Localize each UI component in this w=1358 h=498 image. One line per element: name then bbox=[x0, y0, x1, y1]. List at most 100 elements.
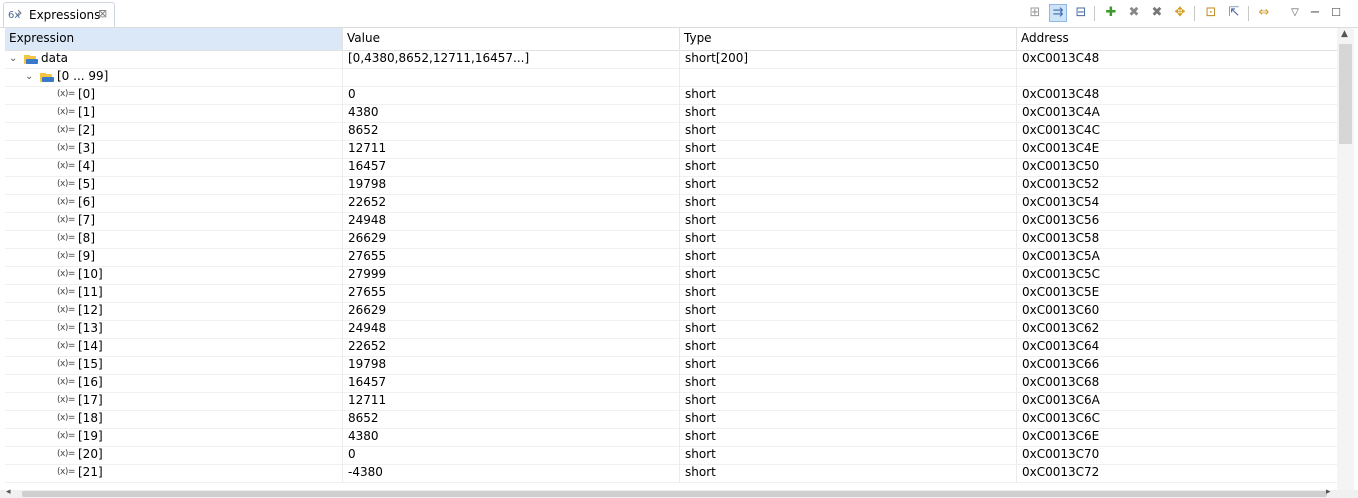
value-cell[interactable]: 16457 bbox=[343, 158, 680, 176]
table-row[interactable]: (x)= [0] 0 short 0xC0013C48 bbox=[5, 86, 1337, 105]
address-cell[interactable]: 0xC0013C56 bbox=[1017, 212, 1337, 230]
table-row[interactable]: (x)= [19] 4380 short 0xC0013C6E bbox=[5, 428, 1337, 447]
export-icon[interactable]: ⇱ bbox=[1225, 4, 1243, 22]
expand-chevron-icon[interactable]: ⌄ bbox=[25, 68, 33, 85]
table-row[interactable]: (x)= [7] 24948 short 0xC0013C56 bbox=[5, 212, 1337, 231]
type-cell[interactable]: short bbox=[680, 248, 1017, 266]
value-cell[interactable]: 27999 bbox=[343, 266, 680, 284]
expression-cell[interactable]: (x)= [4] bbox=[5, 158, 343, 176]
show-logical-structure-icon[interactable]: ⇉ bbox=[1049, 4, 1067, 22]
expression-cell[interactable]: (x)= [11] bbox=[5, 284, 343, 302]
table-row[interactable]: (x)= [2] 8652 short 0xC0013C4C bbox=[5, 122, 1337, 141]
type-cell[interactable]: short bbox=[680, 122, 1017, 140]
type-cell[interactable]: short bbox=[680, 266, 1017, 284]
type-cell[interactable]: short bbox=[680, 320, 1017, 338]
expression-cell[interactable]: (x)= [13] bbox=[5, 320, 343, 338]
value-cell[interactable]: 27655 bbox=[343, 284, 680, 302]
value-cell[interactable]: 8652 bbox=[343, 122, 680, 140]
show-type-names-icon[interactable]: ⊞ bbox=[1026, 4, 1044, 22]
value-cell[interactable]: 19798 bbox=[343, 176, 680, 194]
scroll-left-icon[interactable]: ◂ bbox=[6, 487, 11, 497]
remove-expression-icon[interactable]: ✖ bbox=[1125, 4, 1143, 22]
expression-cell[interactable]: (x)= [15] bbox=[5, 356, 343, 374]
expression-cell[interactable]: (x)= [10] bbox=[5, 266, 343, 284]
expression-cell[interactable]: ⌄ [0 ... 99] bbox=[5, 68, 343, 86]
value-cell[interactable]: 4380 bbox=[343, 104, 680, 122]
expression-cell[interactable]: (x)= [8] bbox=[5, 230, 343, 248]
address-cell[interactable]: 0xC0013C64 bbox=[1017, 338, 1337, 356]
table-row[interactable]: (x)= [9] 27655 short 0xC0013C5A bbox=[5, 248, 1337, 267]
value-cell[interactable]: 12711 bbox=[343, 140, 680, 158]
address-cell[interactable] bbox=[1017, 68, 1337, 86]
address-cell[interactable]: 0xC0013C5C bbox=[1017, 266, 1337, 284]
table-row[interactable]: ⌄ [0 ... 99] bbox=[5, 68, 1337, 87]
type-cell[interactable]: short bbox=[680, 428, 1017, 446]
expression-cell[interactable]: (x)= [3] bbox=[5, 140, 343, 158]
table-row[interactable]: (x)= [11] 27655 short 0xC0013C5E bbox=[5, 284, 1337, 303]
table-row[interactable]: (x)= [3] 12711 short 0xC0013C4E bbox=[5, 140, 1337, 159]
type-cell[interactable]: short[200] bbox=[680, 50, 1017, 68]
value-cell[interactable]: 24948 bbox=[343, 212, 680, 230]
new-watch-icon[interactable]: ⊡ bbox=[1202, 4, 1220, 22]
expression-cell[interactable]: (x)= [14] bbox=[5, 338, 343, 356]
type-cell[interactable]: short bbox=[680, 194, 1017, 212]
type-cell[interactable]: short bbox=[680, 158, 1017, 176]
address-cell[interactable]: 0xC0013C6E bbox=[1017, 428, 1337, 446]
type-cell[interactable]: short bbox=[680, 104, 1017, 122]
type-cell[interactable]: short bbox=[680, 176, 1017, 194]
remove-all-expressions-icon[interactable]: ✖ bbox=[1148, 4, 1166, 22]
address-cell[interactable]: 0xC0013C72 bbox=[1017, 464, 1337, 482]
minimize-icon[interactable]: − bbox=[1306, 4, 1324, 22]
column-header-value[interactable]: Value bbox=[343, 28, 680, 50]
expressions-tab[interactable]: 6x Expressions ⊠ bbox=[3, 2, 115, 27]
column-header-address[interactable]: Address bbox=[1017, 28, 1337, 50]
vertical-scrollbar[interactable]: ▲ bbox=[1337, 28, 1354, 490]
type-cell[interactable]: short bbox=[680, 302, 1017, 320]
table-row[interactable]: ⌄ data [0,4380,8652,12711,16457...] short[2… bbox=[5, 50, 1337, 69]
expression-cell[interactable]: (x)= [5] bbox=[5, 176, 343, 194]
value-cell[interactable]: 22652 bbox=[343, 194, 680, 212]
address-cell[interactable]: 0xC0013C5E bbox=[1017, 284, 1337, 302]
type-cell[interactable] bbox=[680, 68, 1017, 86]
expression-cell[interactable]: (x)= [9] bbox=[5, 248, 343, 266]
table-row[interactable]: (x)= [6] 22652 short 0xC0013C54 bbox=[5, 194, 1337, 213]
value-cell[interactable]: 22652 bbox=[343, 338, 680, 356]
expression-cell[interactable]: (x)= [6] bbox=[5, 194, 343, 212]
address-cell[interactable]: 0xC0013C6C bbox=[1017, 410, 1337, 428]
type-cell[interactable]: short bbox=[680, 230, 1017, 248]
expression-cell[interactable]: (x)= [17] bbox=[5, 392, 343, 410]
value-cell[interactable]: 0 bbox=[343, 446, 680, 464]
value-cell[interactable]: 12711 bbox=[343, 392, 680, 410]
address-cell[interactable]: 0xC0013C50 bbox=[1017, 158, 1337, 176]
horizontal-scrollbar[interactable]: ◂ ▸ bbox=[0, 487, 1358, 498]
link-with-editor-icon[interactable]: ⇔ bbox=[1255, 4, 1273, 22]
address-cell[interactable]: 0xC0013C54 bbox=[1017, 194, 1337, 212]
column-header-expression[interactable]: Expression bbox=[5, 28, 343, 50]
table-row[interactable]: (x)= [8] 26629 short 0xC0013C58 bbox=[5, 230, 1337, 249]
table-row[interactable]: (x)= [18] 8652 short 0xC0013C6C bbox=[5, 410, 1337, 429]
address-cell[interactable]: 0xC0013C5A bbox=[1017, 248, 1337, 266]
column-header-type[interactable]: Type bbox=[680, 28, 1017, 50]
address-cell[interactable]: 0xC0013C66 bbox=[1017, 356, 1337, 374]
address-cell[interactable]: 0xC0013C58 bbox=[1017, 230, 1337, 248]
value-cell[interactable] bbox=[343, 68, 680, 86]
table-row[interactable]: (x)= [13] 24948 short 0xC0013C62 bbox=[5, 320, 1337, 339]
address-cell[interactable]: 0xC0013C6A bbox=[1017, 392, 1337, 410]
address-cell[interactable]: 0xC0013C68 bbox=[1017, 374, 1337, 392]
type-cell[interactable]: short bbox=[680, 446, 1017, 464]
type-cell[interactable]: short bbox=[680, 392, 1017, 410]
address-cell[interactable]: 0xC0013C48 bbox=[1017, 50, 1337, 68]
type-cell[interactable]: short bbox=[680, 212, 1017, 230]
table-row[interactable]: (x)= [14] 22652 short 0xC0013C64 bbox=[5, 338, 1337, 357]
scroll-right-icon[interactable]: ▸ bbox=[1326, 487, 1331, 497]
table-row[interactable]: (x)= [12] 26629 short 0xC0013C60 bbox=[5, 302, 1337, 321]
value-cell[interactable]: 19798 bbox=[343, 356, 680, 374]
table-row[interactable]: (x)= [21] -4380 short 0xC0013C72 bbox=[5, 464, 1337, 483]
expression-cell[interactable]: (x)= [21] bbox=[5, 464, 343, 482]
expression-cell[interactable]: ⌄ data bbox=[5, 50, 343, 68]
scrollbar-thumb[interactable] bbox=[22, 491, 1327, 497]
scrollbar-thumb[interactable] bbox=[1339, 44, 1352, 144]
value-cell[interactable]: 0 bbox=[343, 86, 680, 104]
add-expression-icon[interactable]: ✚ bbox=[1102, 4, 1120, 22]
collapse-all-icon[interactable]: ⊟ bbox=[1072, 4, 1090, 22]
